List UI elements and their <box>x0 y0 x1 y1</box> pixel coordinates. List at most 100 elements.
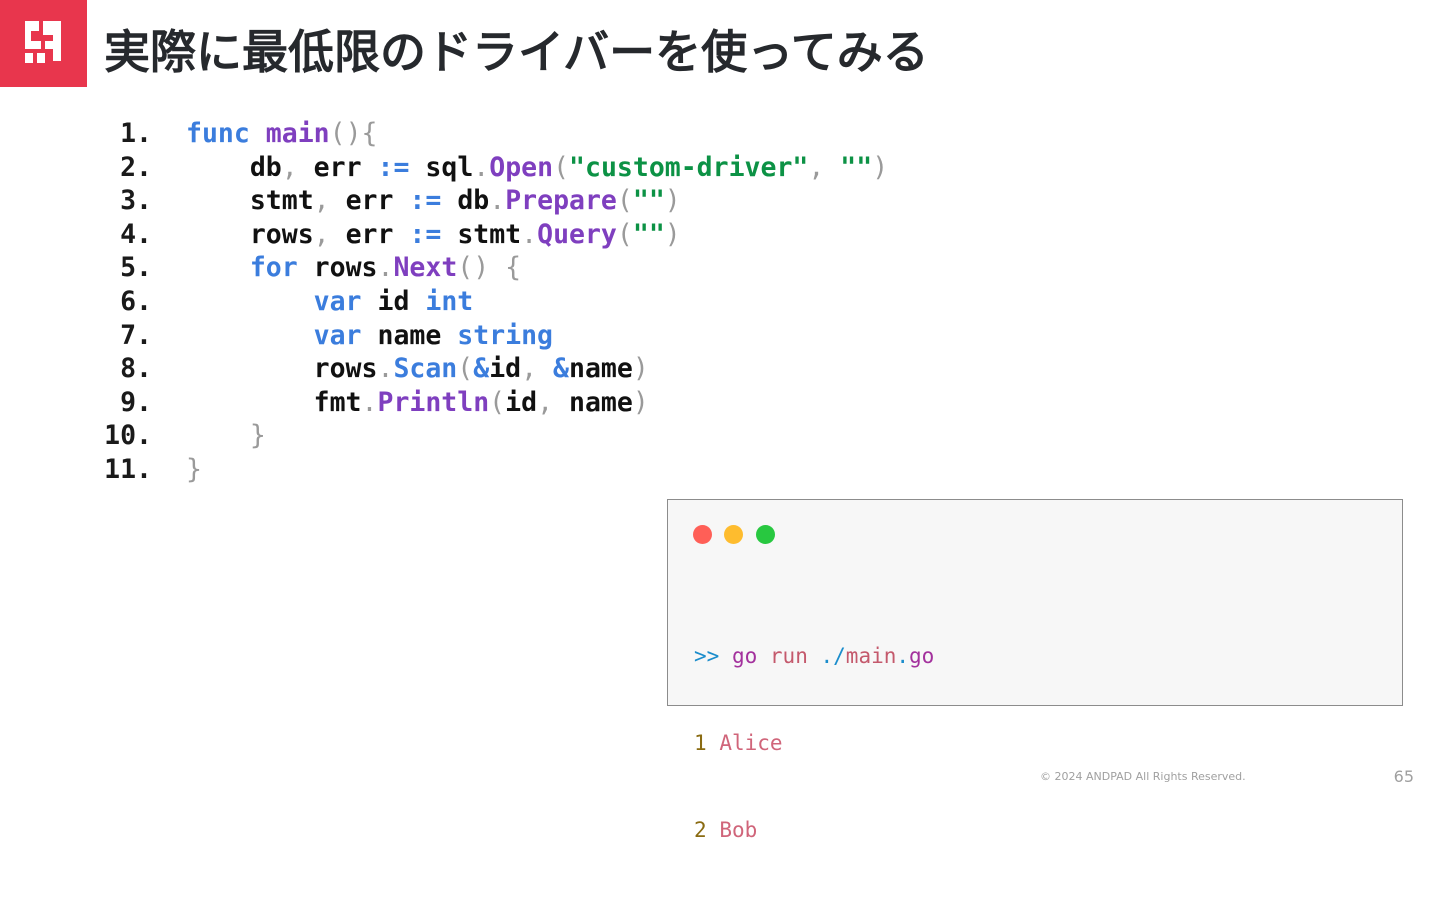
terminal-window: >> go run ./main.go 1 Alice 2 Bob <box>667 499 1403 842</box>
code-token: var <box>313 319 362 351</box>
code-token: Prepare <box>505 185 617 217</box>
terminal-output-row: 1 Alice <box>694 729 934 758</box>
code-token: var <box>313 285 362 317</box>
copyright-footer: © 2024 ANDPAD All Rights Reserved. <box>1040 770 1246 783</box>
code-token: Println <box>377 386 490 418</box>
terminal-file-dot: . <box>896 644 910 668</box>
logo-mark-icon <box>25 21 61 63</box>
code-text: rows, err := stmt.Query("") <box>186 218 681 252</box>
code-token: (){ <box>329 118 378 149</box>
code-token: Query <box>537 218 617 250</box>
code-token: rows <box>249 218 314 250</box>
code-token: db <box>457 185 490 217</box>
code-token: , <box>521 353 554 385</box>
code-token: name <box>568 386 633 418</box>
code-token: int <box>425 285 474 317</box>
code-token: ) <box>664 185 681 217</box>
code-token: stmt <box>457 218 522 250</box>
line-number: 6. <box>120 285 152 317</box>
line-number: 9. <box>120 386 152 418</box>
code-token: for <box>249 252 298 284</box>
line-number: 11. <box>104 453 152 485</box>
terminal-file-ext: go <box>909 644 935 668</box>
terminal-output: >> go run ./main.go 1 Alice 2 Bob <box>694 584 934 903</box>
code-token: "" <box>840 151 873 183</box>
code-line: 6. var id int <box>96 285 888 319</box>
code-token: id <box>505 386 538 418</box>
code-text: } <box>186 419 266 453</box>
code-line: 10. } <box>96 419 888 453</box>
code-token: "" <box>632 218 665 250</box>
code-text: var id int <box>186 285 474 319</box>
code-line: 8. rows.Scan(&id, &name) <box>96 352 888 386</box>
code-line: 2. db, err := sql.Open("custom-driver", … <box>96 151 888 185</box>
code-token: err <box>313 151 362 183</box>
code-token: func <box>186 118 250 149</box>
code-token: := <box>409 218 442 250</box>
code-token: err <box>345 185 394 217</box>
code-token: name <box>377 319 442 351</box>
code-token: . <box>489 185 506 217</box>
code-token: ( <box>616 185 633 217</box>
code-token: } <box>186 453 202 485</box>
code-token: "" <box>632 185 665 217</box>
output-id: 2 <box>694 818 707 842</box>
code-text: var name string <box>186 319 553 353</box>
code-text: fmt.Println(id, name) <box>186 386 649 420</box>
code-token: & <box>473 353 490 385</box>
code-token: , <box>281 151 314 183</box>
slide-title: 実際に最低限のドライバーを使ってみる <box>104 25 929 79</box>
code-token: Open <box>489 151 554 183</box>
code-token: fmt <box>313 386 362 418</box>
code-token: ( <box>489 386 506 418</box>
code-token: := <box>377 151 410 183</box>
code-token: id <box>377 285 410 317</box>
code-token: "custom-driver" <box>569 151 809 183</box>
code-token: , <box>313 185 346 217</box>
code-token: . <box>377 353 394 385</box>
output-name: Alice <box>719 731 783 755</box>
terminal-command: go <box>731 644 758 668</box>
code-token: . <box>377 252 394 284</box>
code-text: stmt, err := db.Prepare("") <box>186 184 681 218</box>
andpad-logo <box>0 0 87 87</box>
code-token: ) <box>632 353 649 385</box>
line-number: 3. <box>120 185 152 217</box>
line-number: 7. <box>120 319 152 351</box>
code-token: . <box>361 386 378 418</box>
code-token: () { <box>457 252 522 284</box>
code-token: rows <box>313 353 378 385</box>
code-line: 9. fmt.Println(id, name) <box>96 386 888 420</box>
maximize-dot-icon <box>756 525 775 544</box>
code-token: . <box>521 218 538 250</box>
code-token: rows <box>313 252 378 284</box>
line-number: 8. <box>120 353 152 385</box>
minimize-dot-icon <box>724 525 743 544</box>
code-token: sql <box>425 151 474 183</box>
code-token: name <box>569 353 633 385</box>
code-token: , <box>537 386 569 418</box>
code-text: func main(){ <box>186 117 378 151</box>
code-token: & <box>553 353 570 385</box>
code-token: main <box>265 118 330 149</box>
code-text: db, err := sql.Open("custom-driver", "") <box>186 151 888 185</box>
code-token: } <box>249 420 266 452</box>
code-token: , <box>808 151 841 183</box>
page-number: 65 <box>1393 767 1414 786</box>
